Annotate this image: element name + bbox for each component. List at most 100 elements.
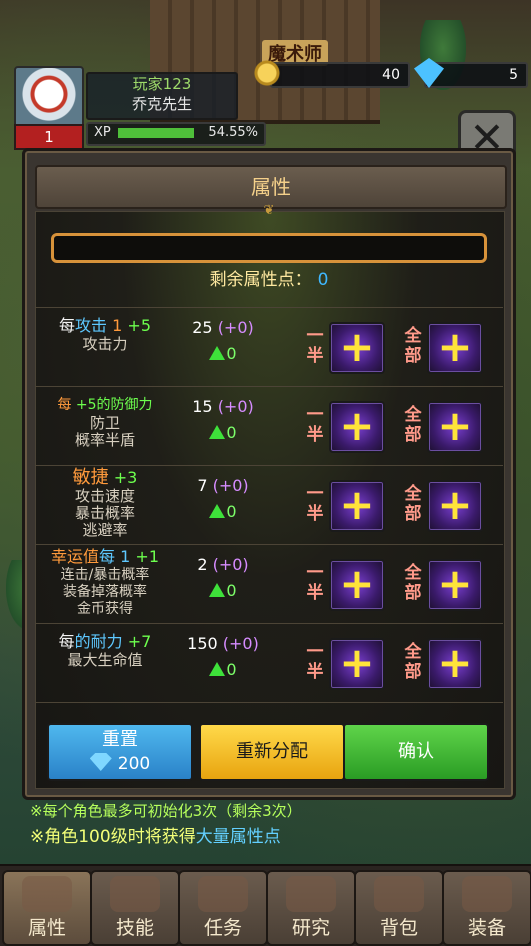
stat-head-prefix: 敏捷 xyxy=(72,467,109,488)
all-label: 全部 xyxy=(404,326,422,366)
nav-tab-attributes[interactable]: 属性 xyxy=(2,870,92,946)
xp-bar: XP 54.55% xyxy=(86,122,266,146)
add-half-luck-button[interactable]: + xyxy=(329,559,385,611)
redistribute-button[interactable]: 重新分配 xyxy=(199,723,345,781)
add-half-defense-button[interactable]: + xyxy=(329,401,385,453)
stat-gain: +3 xyxy=(113,468,138,487)
remaining-points-value: 0 xyxy=(317,270,329,290)
spellbook-icon xyxy=(286,876,336,912)
xp-label: XP xyxy=(94,125,111,140)
player-level-badge: 1 xyxy=(14,124,84,150)
player-tag: 玩家123 xyxy=(132,75,192,93)
up-arrow-icon xyxy=(209,662,226,676)
stat-desc: 暴击概率 xyxy=(74,504,135,522)
stat-name: +5的防御力 xyxy=(75,397,153,413)
stat-row-defense: 每 +5的防御力 防卫 概率半盾 15 (+0) 0 一半 + 全部 + xyxy=(35,386,503,465)
reset-cost: 200 xyxy=(117,754,151,774)
plus-icon: + xyxy=(339,480,375,529)
stat-per-value: 1 xyxy=(112,316,123,335)
stat-head-prefix: 幸运值 xyxy=(51,547,100,566)
stat-name: 每 xyxy=(99,547,116,566)
attribute-progress-bar xyxy=(51,233,487,263)
stat-value: 15 xyxy=(192,397,213,416)
up-arrow-icon xyxy=(209,583,226,597)
add-half-attack-button[interactable]: + xyxy=(329,322,385,374)
add-all-attack-button[interactable]: + xyxy=(427,322,483,374)
stat-desc: 攻击速度 xyxy=(74,487,135,505)
stat-desc: 概率半盾 xyxy=(74,431,135,449)
confirm-button[interactable]: 确认 xyxy=(343,723,489,781)
stat-head-prefix: 每 xyxy=(59,316,76,335)
player-avatar[interactable] xyxy=(14,66,84,128)
stat-per-value: 1 xyxy=(120,547,131,566)
stat-increase: 0 xyxy=(183,344,263,363)
plus-icon: + xyxy=(339,638,375,687)
up-arrow-icon xyxy=(209,504,226,518)
stat-bonus: (+0) xyxy=(212,555,249,574)
stat-bonus: (+0) xyxy=(217,397,254,416)
nav-tab-quests[interactable]: 任务 xyxy=(178,870,268,946)
crossed-swords-icon xyxy=(110,876,160,912)
backpack-icon xyxy=(374,876,424,912)
plus-icon: + xyxy=(339,401,375,450)
stat-row-luck: 幸运值每 1 +1 连击/暴击概率 装备掉落概率 金币获得 2 (+0) 0 一… xyxy=(35,544,503,623)
stat-gain: +1 xyxy=(135,547,159,566)
xp-fill xyxy=(118,128,194,138)
add-half-stamina-button[interactable]: + xyxy=(329,638,385,690)
attributes-panel: 属性 ❦ 剩余属性点： 0 每攻击 1 +5 攻击力 25 (+0) 0 一半 +… xyxy=(22,148,516,800)
bottom-nav: 属性 技能 任务 研究 背包 装备 xyxy=(0,864,531,946)
coin-counter: 40 xyxy=(270,62,410,88)
stat-gain: +7 xyxy=(127,632,152,651)
add-all-stamina-button[interactable]: + xyxy=(427,638,483,690)
all-label: 全部 xyxy=(404,642,422,682)
stat-desc: 逃避率 xyxy=(82,521,128,539)
nav-tab-inventory[interactable]: 背包 xyxy=(354,870,444,946)
plus-icon: + xyxy=(339,322,375,371)
half-label: 一半 xyxy=(306,563,324,603)
all-label: 全部 xyxy=(404,405,422,445)
nav-tab-research[interactable]: 研究 xyxy=(266,870,356,946)
player-name: 乔克先生 xyxy=(131,95,192,113)
reset-button[interactable]: 重置 200 xyxy=(47,723,193,781)
half-label: 一半 xyxy=(306,326,324,366)
plus-icon: + xyxy=(437,638,473,687)
plus-icon: + xyxy=(437,559,473,608)
remaining-points-label: 剩余属性点： xyxy=(209,270,312,290)
diamond-icon xyxy=(89,753,112,771)
add-all-luck-button[interactable]: + xyxy=(427,559,483,611)
stat-desc: 攻击力 xyxy=(82,335,128,353)
stat-increase: 0 xyxy=(183,502,263,521)
up-arrow-icon xyxy=(209,346,226,360)
stat-value: 25 xyxy=(192,318,213,337)
stat-desc: 防卫 xyxy=(89,414,120,432)
stat-value: 150 xyxy=(187,634,218,653)
title-ornament-icon: ❦ xyxy=(263,203,275,218)
half-label: 一半 xyxy=(306,405,324,445)
reset-limit-note: ※每个角色最多可初始化3次（剩余3次） xyxy=(30,802,302,820)
stat-desc: 连击/暴击概率 xyxy=(60,567,150,583)
add-half-agility-button[interactable]: + xyxy=(329,480,385,532)
level-reward-note: ※角色100级时将获得大量属性点 xyxy=(30,827,281,847)
stat-bonus: (+0) xyxy=(212,476,249,495)
all-label: 全部 xyxy=(404,484,422,524)
stat-name: 攻击 xyxy=(75,316,108,335)
add-all-defense-button[interactable]: + xyxy=(427,401,483,453)
half-label: 一半 xyxy=(306,484,324,524)
treasure-chest-icon xyxy=(462,876,512,912)
stat-head-prefix: 每 xyxy=(57,397,72,413)
stat-row-stamina: 每的耐力 +7 最大生命值 150 (+0) 0 一半 + 全部 + xyxy=(35,623,503,703)
stat-row-agility: 敏捷 +3 攻击速度 暴击概率 逃避率 7 (+0) 0 一半 + 全部 + xyxy=(35,465,503,544)
player-name-box: 玩家123 乔克先生 xyxy=(86,72,238,120)
stat-desc: 金币获得 xyxy=(77,601,133,617)
stat-increase: 0 xyxy=(183,581,263,600)
nav-tab-equipment[interactable]: 装备 xyxy=(442,870,531,946)
nav-tab-skills[interactable]: 技能 xyxy=(90,870,180,946)
stat-head-prefix: 每 xyxy=(58,632,75,651)
stat-desc: 最大生命值 xyxy=(67,651,143,669)
xp-percent: 54.55% xyxy=(208,125,258,140)
add-all-agility-button[interactable]: + xyxy=(427,480,483,532)
coin-icon xyxy=(252,58,282,88)
stat-bonus: (+0) xyxy=(217,318,254,337)
stat-name: 的耐力 xyxy=(74,632,123,651)
reset-label: 重置 xyxy=(102,729,138,750)
